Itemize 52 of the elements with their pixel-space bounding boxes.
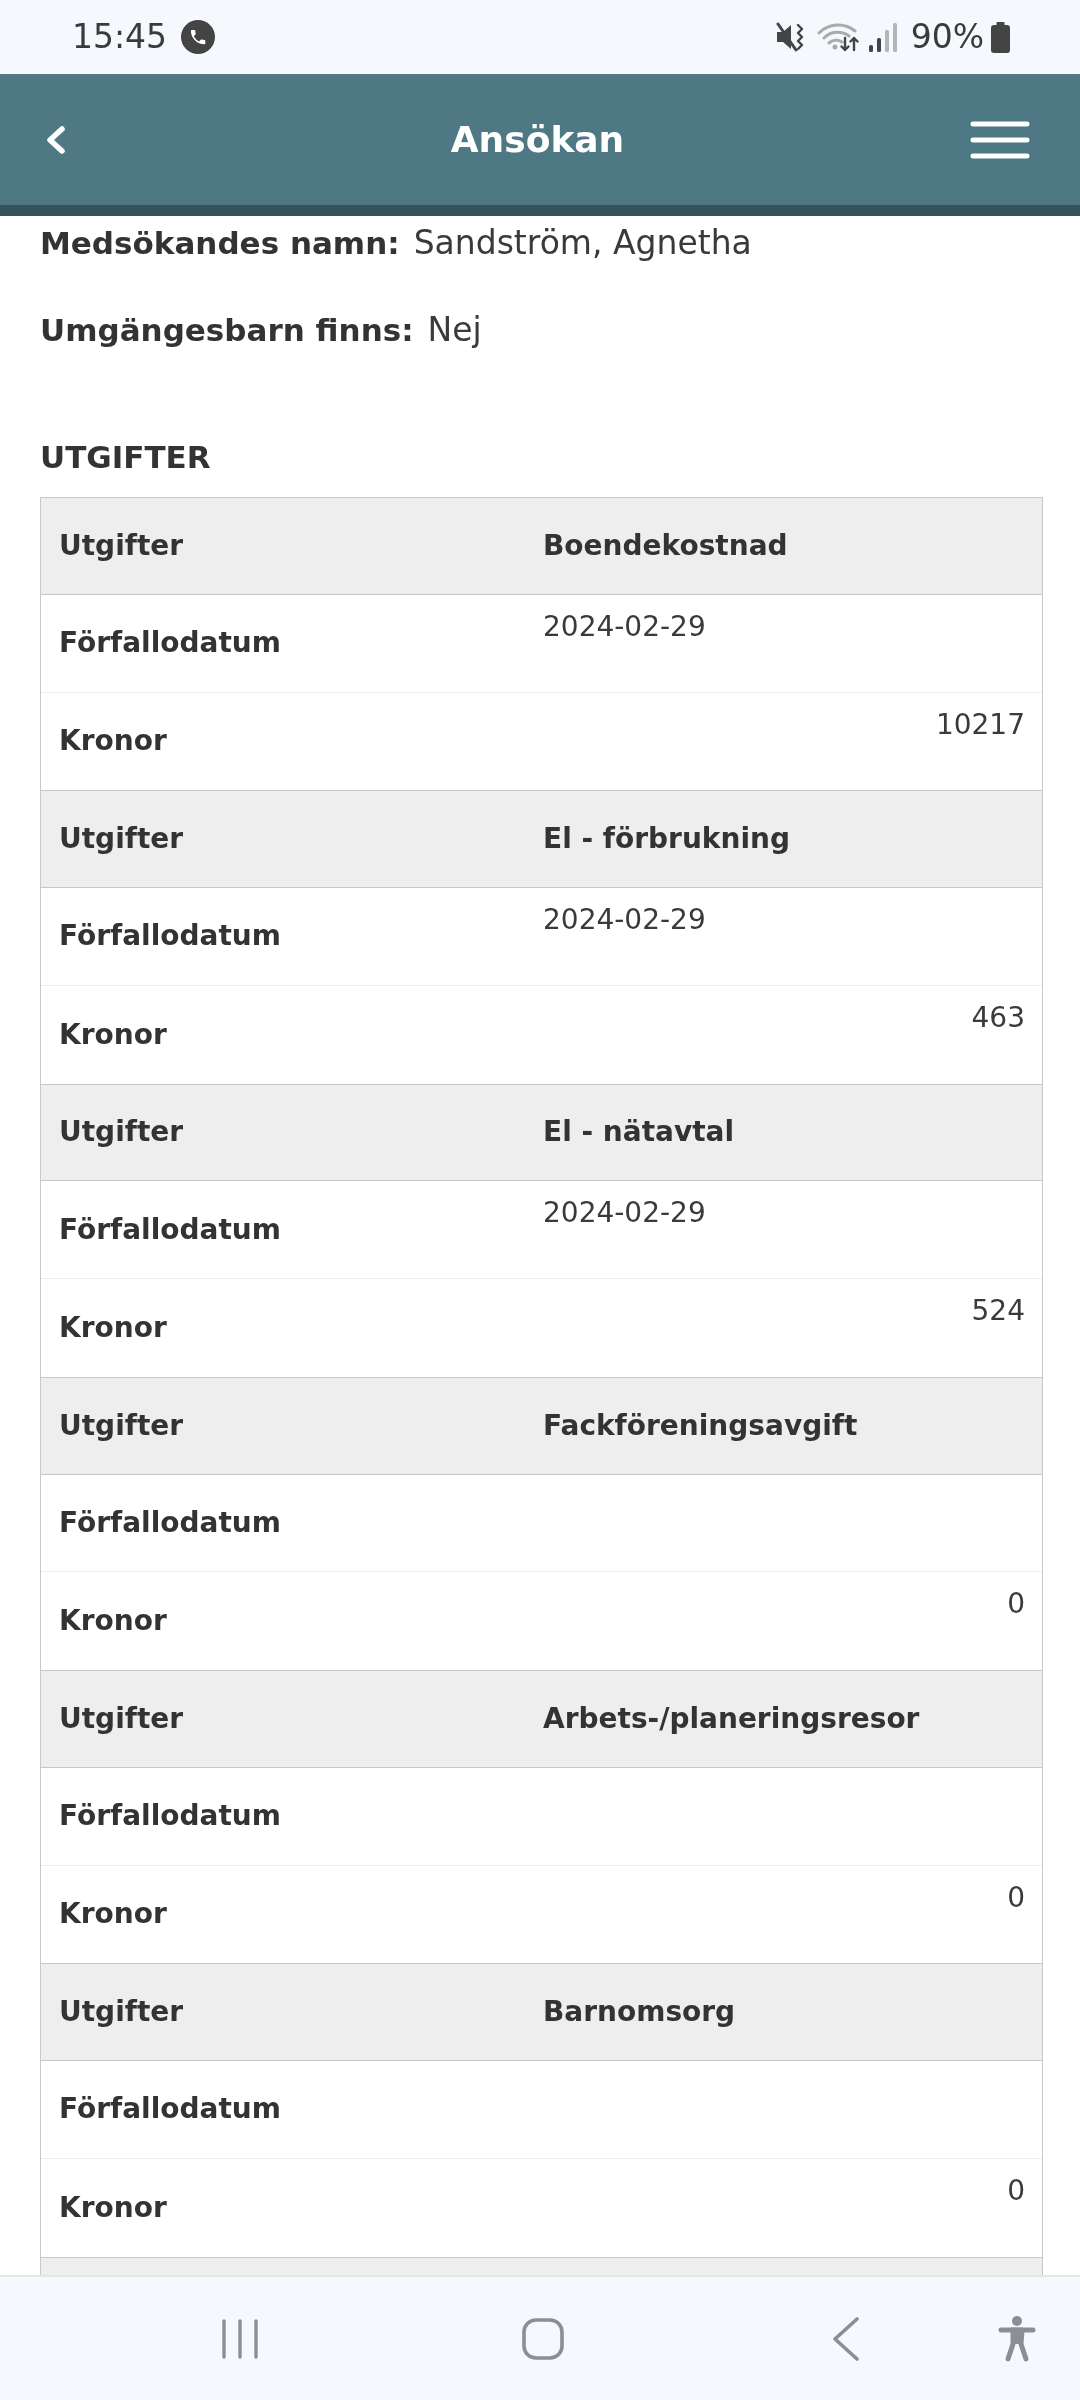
table-header-cell: Boendekostnad [525, 498, 1042, 594]
table-cell-text: 0 [1006, 2172, 1026, 2209]
table-cell-text: Kronor [58, 1603, 168, 1640]
table-header-cell: El - nätavtal [525, 1084, 1042, 1181]
status-time: 15:45 [72, 17, 168, 57]
field-value: Nej [427, 309, 482, 351]
table-cell-text: Kronor [58, 2189, 168, 2226]
table-cell-text: Kronor [58, 1016, 168, 1053]
table-cell-text: Förfallodatum [58, 2091, 282, 2128]
table-cell-text: 2024-02-29 [542, 1195, 707, 1232]
battery-percentage: 90% [910, 17, 984, 57]
wifi-icon [816, 22, 859, 52]
table-header-cell: Utgifter [41, 1084, 525, 1181]
battery-icon [990, 21, 1011, 53]
table-header-cell: Arbets-/planeringsresor [525, 1671, 1042, 1767]
muted-speaker-icon [775, 22, 804, 52]
accessibility-icon[interactable] [998, 2315, 1036, 2362]
table-cell-text: 463 [970, 999, 1026, 1036]
back-icon[interactable] [832, 2316, 860, 2361]
table-cell-text: 524 [970, 1293, 1026, 1329]
table-header-cell: El - förbrukning [525, 791, 1042, 887]
table-cell-text: 0 [1006, 1879, 1026, 1916]
table-cell-text: 10217 [934, 706, 1026, 743]
table-header-cell: Utgifter [41, 1671, 525, 1767]
table-cell-text: Kronor [58, 723, 168, 760]
recent-apps-icon[interactable] [220, 2318, 260, 2359]
table-header-cell: Utgifter [41, 498, 525, 594]
phone-icon [181, 20, 216, 54]
table-cell-text: Förfallodatum [58, 1211, 282, 1248]
table-cell-text: Förfallodatum [58, 1798, 282, 1835]
table-cell-text: Förfallodatum [58, 918, 282, 955]
table-header-cell: Utgifter [41, 1964, 525, 2060]
table-cell-text: Förfallodatum [58, 1504, 282, 1541]
field-label: Umgängesbarn finns: [40, 311, 414, 350]
field-label: Medsökandes namn: [40, 224, 400, 263]
back-icon[interactable] [45, 124, 67, 155]
table-cell-text: Kronor [58, 1896, 168, 1933]
home-icon[interactable] [522, 2317, 564, 2360]
table-cell-text: Förfallodatum [58, 625, 282, 662]
table-header-cell: Fackföreningsavgift [525, 1377, 1042, 1474]
field-value: Sandström, Agnetha [413, 222, 752, 264]
table-cell-text: 2024-02-29 [542, 902, 707, 938]
page-title: Ansökan [450, 117, 625, 162]
signal-icon [867, 22, 897, 52]
table-cell-text: 0 [1006, 1586, 1026, 1623]
table-header-cell: Utgifter [41, 791, 525, 887]
table-cell-text: Kronor [58, 1309, 168, 1346]
section-heading: UTGIFTER [40, 438, 212, 477]
table-header-cell: Utgifter [41, 1377, 525, 1474]
table-header-cell: Barnomsorg [525, 1964, 1042, 2060]
menu-icon[interactable] [970, 120, 1030, 159]
table-cell-text: 2024-02-29 [542, 608, 707, 645]
